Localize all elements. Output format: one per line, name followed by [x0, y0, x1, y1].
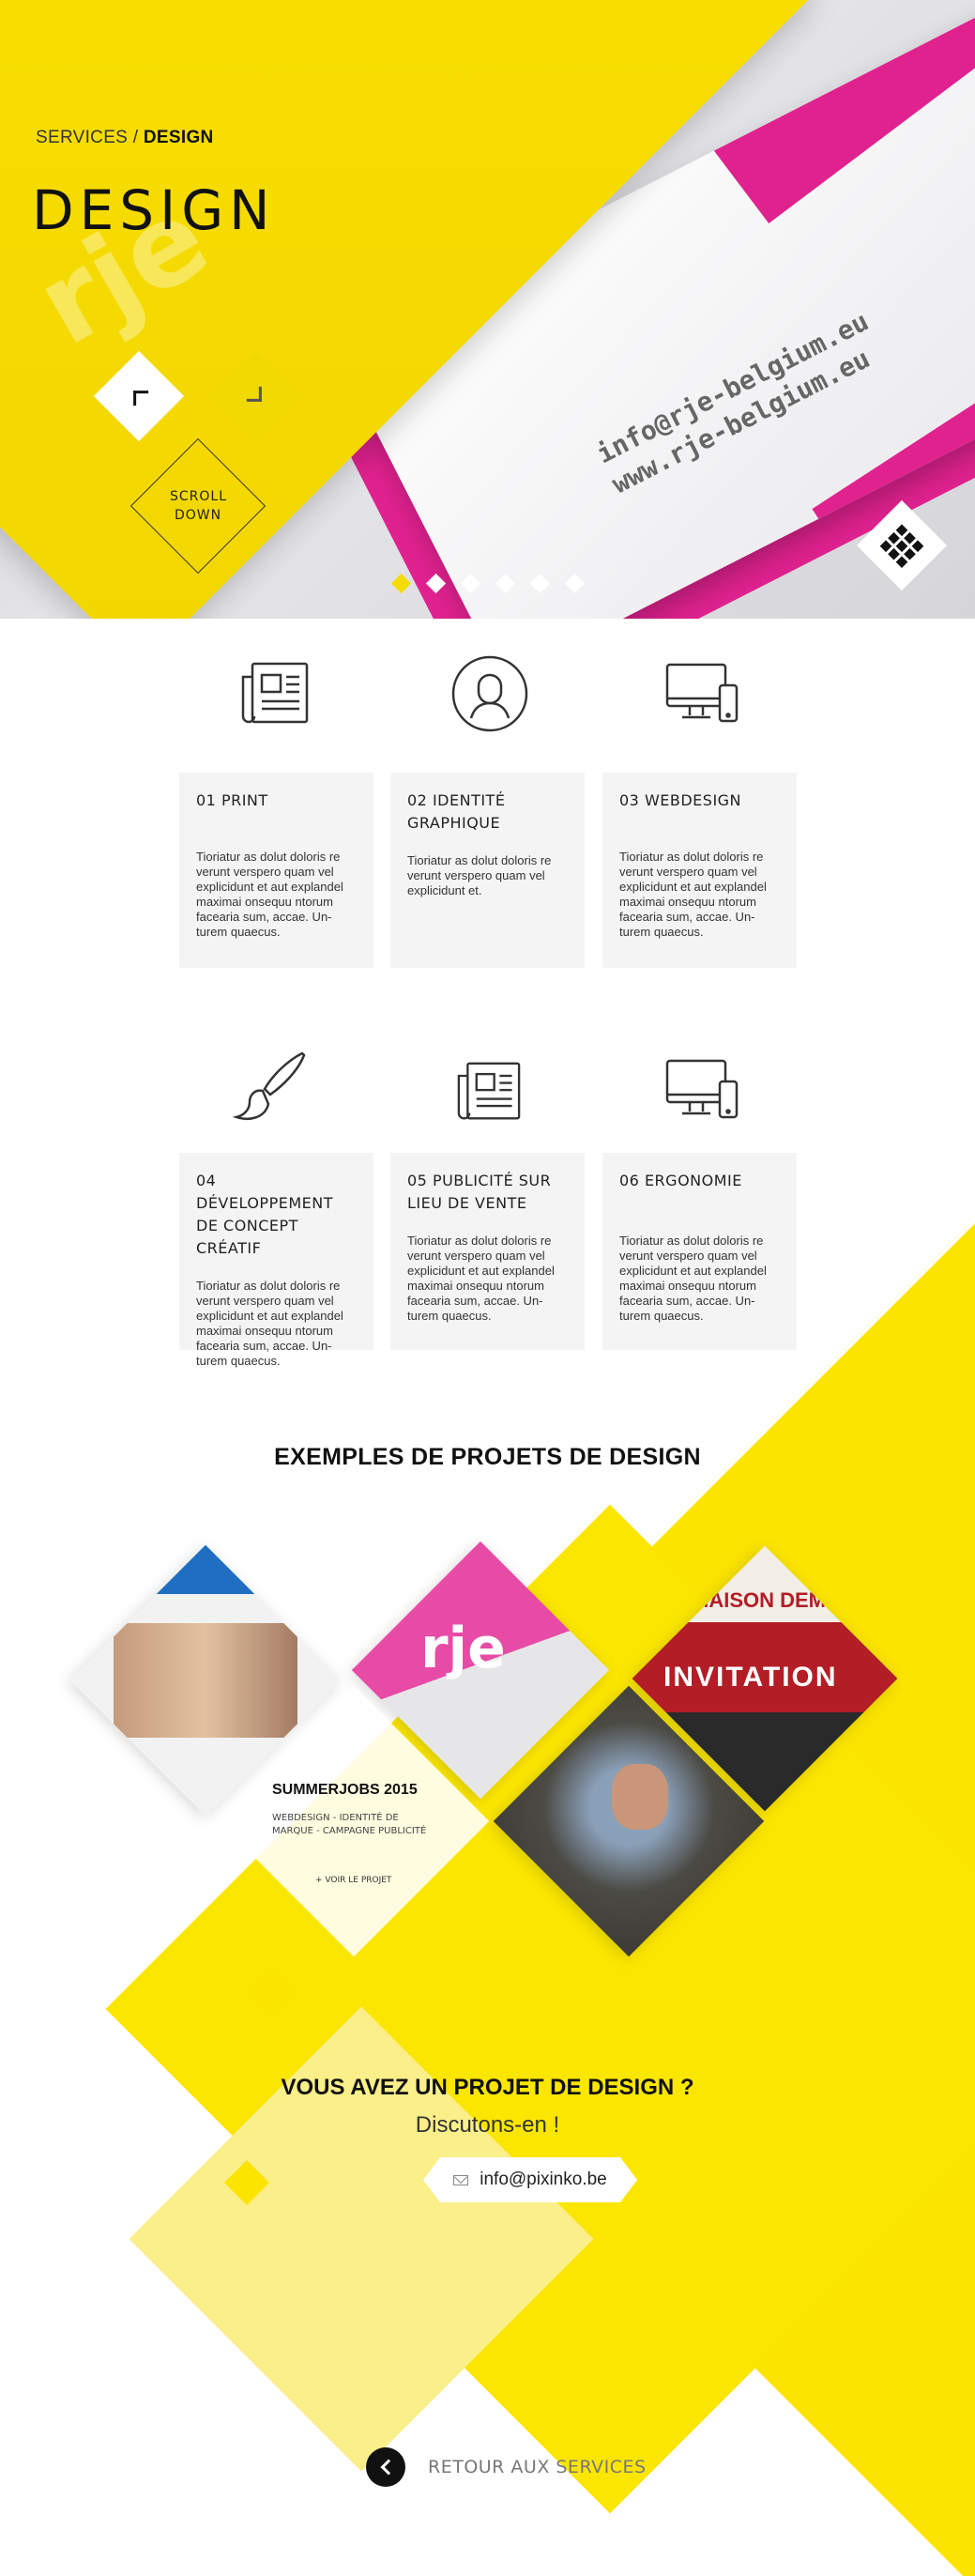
service-text: Tioriatur as dolut doloris re verunt ver…	[407, 1234, 555, 1323]
brush-icon	[228, 1045, 312, 1129]
service-title: 03 WEBDESIGN	[619, 791, 742, 809]
breadcrumb: SERVICES / DESIGN	[36, 128, 214, 148]
cta-subtitle: Discutons-en !	[415, 2112, 560, 2138]
service-card[interactable]: 02 IDENTITÉ GRAPHIQUE Tioriatur as dolut…	[390, 773, 585, 968]
service-title: 02 IDENTITÉ GRAPHIQUE	[407, 791, 506, 832]
grid-icon	[879, 523, 924, 568]
cta-title: VOUS AVEZ UN PROJET DE DESIGN ?	[281, 2075, 694, 2100]
service-text: Tioriatur as dolut doloris re verunt ver…	[196, 850, 343, 939]
projects-title: EXEMPLES DE PROJETS DE DESIGN	[274, 1444, 701, 1470]
service-card[interactable]: 06 ERGONOMIE Tioriatur as dolut doloris …	[602, 1153, 797, 1350]
service-text: Tioriatur as dolut doloris re verunt ver…	[619, 1234, 767, 1323]
featured-project-info: SUMMERJOBS 2015 WEBDESIGN - IDENTITÉ DE …	[272, 1782, 441, 1885]
service-card[interactable]: 01 PRINT Tioriatur as dolut doloris re v…	[179, 773, 373, 968]
envelope-icon	[453, 2175, 468, 2185]
scroll-down-label: SCROLL DOWN	[170, 489, 228, 523]
devices-icon	[660, 1048, 744, 1132]
view-project-link[interactable]: + VOIR LE PROJET	[315, 1876, 441, 1885]
user-circle-icon	[448, 652, 532, 736]
service-card[interactable]: 04 DÉVELOPPEMENT DE CONCEPT CRÉATIF Tior…	[179, 1153, 373, 1368]
service-text: Tioriatur as dolut doloris re verunt ver…	[196, 1279, 343, 1368]
service-title: 06 ERGONOMIE	[619, 1172, 742, 1189]
back-to-services-link[interactable]: RETOUR AUX SERVICES	[366, 2447, 647, 2487]
invitation-text: INVITATION	[663, 1662, 838, 1693]
featured-project-tags: WEBDESIGN - IDENTITÉ DE MARQUE - CAMPAGN…	[272, 1813, 427, 1836]
service-text: Tioriatur as dolut doloris re verunt ver…	[619, 850, 767, 939]
hero-banner: info@rje-belgium.eu www.rje-belgium.eu r…	[0, 0, 975, 619]
service-card[interactable]: 05 PUBLICITÉ SUR LIEU DE VENTE Tioriatur…	[390, 1153, 585, 1350]
service-title: 01 PRINT	[196, 791, 268, 809]
page-title: DESIGN	[32, 178, 276, 242]
back-to-services-label: RETOUR AUX SERVICES	[428, 2457, 647, 2477]
slider-dot[interactable]	[390, 573, 412, 594]
back-arrow-icon	[366, 2447, 405, 2487]
slider-dots	[390, 573, 586, 594]
slider-dot[interactable]	[529, 573, 551, 594]
newspaper-icon	[447, 1050, 531, 1134]
rje-logo: rje	[419, 1615, 506, 1681]
breadcrumb-current: DESIGN	[143, 128, 214, 147]
featured-project-title: SUMMERJOBS 2015	[272, 1782, 418, 1798]
service-card[interactable]: 03 WEBDESIGN Tioriatur as dolut doloris …	[602, 773, 797, 968]
breadcrumb-services[interactable]: SERVICES	[36, 128, 128, 147]
chevron-right-icon	[246, 386, 262, 402]
service-title: 05 PUBLICITÉ SUR LIEU DE VENTE	[407, 1172, 552, 1212]
service-text: Tioriatur as dolut doloris re verunt ver…	[407, 853, 552, 897]
chevron-left-icon	[133, 391, 149, 406]
newspaper-icon	[233, 652, 317, 736]
devices-icon	[660, 652, 744, 736]
service-title: 04 DÉVELOPPEMENT DE CONCEPT CRÉATIF	[196, 1172, 333, 1257]
email-text: info@pixinko.be	[480, 2170, 607, 2189]
slider-dot[interactable]	[425, 573, 447, 594]
slider-dot[interactable]	[460, 573, 481, 594]
email-button[interactable]: info@pixinko.be	[423, 2157, 637, 2202]
slider-dot[interactable]	[564, 573, 586, 594]
slider-dot[interactable]	[495, 573, 516, 594]
breadcrumb-separator: /	[128, 128, 144, 147]
